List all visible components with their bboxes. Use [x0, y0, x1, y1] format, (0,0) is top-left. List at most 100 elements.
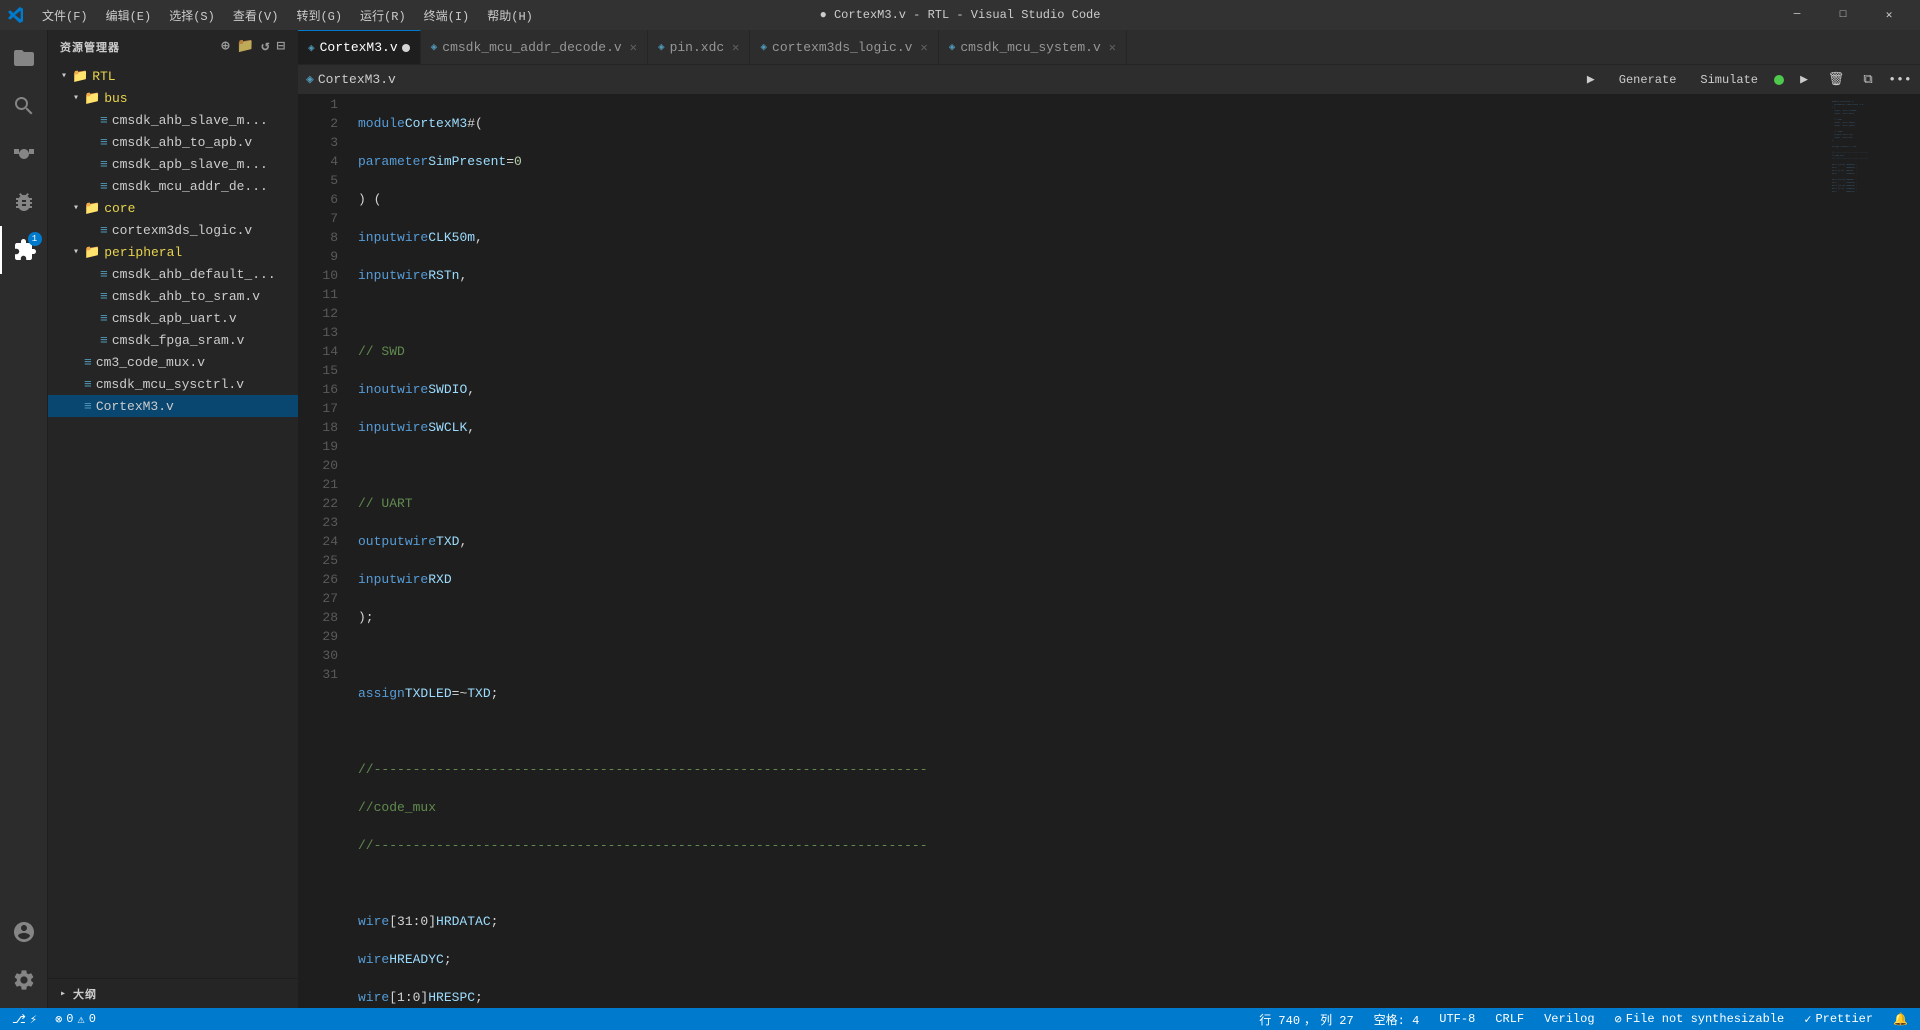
tab-cmsdk-mcu-system-label: cmsdk_mcu_system.v — [960, 40, 1100, 55]
cmsdk-ahb-to-apb-file-icon: ≡ — [100, 135, 108, 150]
close-button[interactable]: ✕ — [1866, 0, 1912, 30]
tree-item-bus[interactable]: ▾ 📁 bus — [48, 87, 298, 109]
cmsdk-ahb-slave-label: cmsdk_ahb_slave_m... — [112, 113, 268, 128]
encoding-label: UTF-8 — [1439, 1012, 1475, 1026]
line-20: 20 — [298, 456, 338, 475]
tree-item-cmsdk-fpga-sram[interactable]: ≡ cmsdk_fpga_sram.v — [48, 329, 298, 351]
status-synthesizable[interactable]: ⊘ File not synthesizable — [1611, 1008, 1789, 1030]
tab-pin-xdc-label: pin.xdc — [670, 40, 725, 55]
tab-cortexm3ds-logic-close[interactable]: ✕ — [920, 40, 927, 55]
rtl-toolbar: ◈ CortexM3.v ▶ Generate Simulate ▶ 🗑 ⧉ •… — [298, 65, 1920, 95]
tree-item-rtl[interactable]: ▾ 📁 RTL — [48, 65, 298, 87]
tree-item-cmsdk-ahb-slave[interactable]: ≡ cmsdk_ahb_slave_m... — [48, 109, 298, 131]
play-icon-btn[interactable]: ▶ — [1579, 68, 1603, 92]
status-prettier[interactable]: ✓ Prettier — [1800, 1008, 1877, 1030]
tree-item-cmsdk-ahb-to-sram[interactable]: ≡ cmsdk_ahb_to_sram.v — [48, 285, 298, 307]
tree-item-cm3-code-mux[interactable]: ≡ cm3_code_mux.v — [48, 351, 298, 373]
activity-extensions[interactable]: 1 — [0, 226, 48, 274]
menu-goto[interactable]: 转到(G) — [288, 5, 350, 26]
menu-file[interactable]: 文件(F) — [34, 5, 96, 26]
status-language[interactable]: Verilog — [1540, 1008, 1598, 1030]
menu-edit[interactable]: 编辑(E) — [98, 5, 160, 26]
more-actions-icon-btn[interactable]: ••• — [1888, 68, 1912, 92]
new-folder-icon[interactable]: 📁 — [237, 38, 255, 55]
split-editor-icon-btn[interactable]: ⧉ — [1856, 68, 1880, 92]
line-17: 17 — [298, 399, 338, 418]
maximize-button[interactable]: □ — [1820, 0, 1866, 30]
status-remote: ⚡ — [30, 1012, 37, 1027]
status-bar-left: ⎇ ⚡ ⊗ 0 ⚠ 0 — [8, 1008, 100, 1030]
bus-expand-icon: ▾ — [68, 92, 84, 104]
code-line-8: inout wire SWDIO, — [358, 380, 1830, 399]
status-cursor-position[interactable]: 行 740 ， 列 27 — [1255, 1008, 1357, 1030]
breadcrumb-file-name: CortexM3.v — [318, 72, 396, 87]
source-control-icon — [12, 142, 36, 166]
cmsdk-ahb-to-sram-file-icon: ≡ — [100, 289, 108, 304]
cortexm3ds-label: cortexm3ds_logic.v — [112, 223, 252, 238]
menu-select[interactable]: 选择(S) — [161, 5, 223, 26]
tree-item-cmsdk-apb-slave[interactable]: ≡ cmsdk_apb_slave_m... — [48, 153, 298, 175]
tab-pin-xdc[interactable]: ◈ pin.xdc ✕ — [648, 30, 750, 65]
activity-explorer[interactable] — [0, 34, 48, 82]
tab-pin-xdc-icon: ◈ — [658, 40, 665, 54]
tab-pin-xdc-close[interactable]: ✕ — [732, 40, 739, 55]
activity-search[interactable] — [0, 82, 48, 130]
run-icon-btn[interactable]: ▶ — [1792, 68, 1816, 92]
status-notifications[interactable]: 🔔 — [1889, 1008, 1912, 1030]
minimize-button[interactable]: ─ — [1774, 0, 1820, 30]
account-icon — [12, 920, 36, 944]
menu-view[interactable]: 查看(V) — [225, 5, 287, 26]
activity-source-control[interactable] — [0, 130, 48, 178]
outline-panel[interactable]: ▸ 大纲 — [48, 978, 298, 1008]
tree-item-cmsdk-mcu-addr[interactable]: ≡ cmsdk_mcu_addr_de... — [48, 175, 298, 197]
collapse-all-icon[interactable]: ⊟ — [277, 38, 286, 55]
editor-area: ◈ CortexM3.v ◈ cmsdk_mcu_addr_decode.v ✕… — [298, 30, 1920, 1008]
file-tree[interactable]: ▾ 📁 RTL ▾ 📁 bus ≡ cmsdk_ahb_slave_m... — [48, 63, 298, 978]
line-29: 29 — [298, 627, 338, 646]
tree-item-cmsdk-ahb-to-apb[interactable]: ≡ cmsdk_ahb_to_apb.v — [48, 131, 298, 153]
tab-cortexm3v[interactable]: ◈ CortexM3.v — [298, 30, 421, 65]
line-2: 2 — [298, 114, 338, 133]
tree-item-core[interactable]: ▾ 📁 core — [48, 197, 298, 219]
files-icon — [12, 46, 36, 70]
menu-help[interactable]: 帮助(H) — [479, 5, 541, 26]
title-bar-left: 文件(F) 编辑(E) 选择(S) 查看(V) 转到(G) 运行(R) 终端(I… — [8, 5, 541, 26]
menu-terminal[interactable]: 终端(I) — [416, 5, 478, 26]
status-encoding[interactable]: UTF-8 — [1435, 1008, 1479, 1030]
status-bar-right: 行 740 ， 列 27 空格: 4 UTF-8 CRLF Verilog ⊘ … — [1255, 1008, 1912, 1030]
trash-icon-btn[interactable]: 🗑 — [1824, 68, 1848, 92]
line-3: 3 — [298, 133, 338, 152]
status-line-ending[interactable]: CRLF — [1491, 1008, 1528, 1030]
status-git-branch[interactable]: ⎇ ⚡ — [8, 1008, 41, 1030]
status-spaces[interactable]: 空格: 4 — [1370, 1008, 1424, 1030]
new-file-icon[interactable]: ⊕ — [221, 38, 230, 55]
tree-item-peripheral[interactable]: ▾ 📁 peripheral — [48, 241, 298, 263]
tree-item-cmsdk-mcu-sysctrl[interactable]: ≡ cmsdk_mcu_sysctrl.v — [48, 373, 298, 395]
activity-settings[interactable] — [0, 956, 48, 1004]
tree-item-cmsdk-apb-uart[interactable]: ≡ cmsdk_apb_uart.v — [48, 307, 298, 329]
tab-cortexm3ds-logic[interactable]: ◈ cortexm3ds_logic.v ✕ — [750, 30, 938, 65]
tab-cmsdk-mcu-system-close[interactable]: ✕ — [1109, 40, 1116, 55]
generate-button[interactable]: Generate — [1611, 71, 1685, 89]
code-line-11: // UART — [358, 494, 1830, 513]
tree-item-cmsdk-ahb-default[interactable]: ≡ cmsdk_ahb_default_... — [48, 263, 298, 285]
refresh-icon[interactable]: ↺ — [261, 38, 270, 55]
status-errors[interactable]: ⊗ 0 ⚠ 0 — [51, 1008, 100, 1030]
simulate-button[interactable]: Simulate — [1692, 71, 1766, 89]
tree-item-cortexm3v[interactable]: ≡ CortexM3.v — [48, 395, 298, 417]
line-10: 10 — [298, 266, 338, 285]
tree-item-cortexm3ds[interactable]: ≡ cortexm3ds_logic.v — [48, 219, 298, 241]
rtl-folder-icon: 📁 — [72, 69, 88, 84]
activity-account[interactable] — [0, 908, 48, 956]
line-24: 24 — [298, 532, 338, 551]
code-editor[interactable]: module CortexM3 #( parameter SimPresent … — [348, 95, 1830, 1008]
tab-cmsdk-mcu-system[interactable]: ◈ cmsdk_mcu_system.v ✕ — [939, 30, 1127, 65]
cortexm3ds-file-icon: ≡ — [100, 223, 108, 238]
line-16: 16 — [298, 380, 338, 399]
tab-cmsdk-mcu-addr-close[interactable]: ✕ — [630, 40, 637, 55]
core-label: core — [104, 201, 135, 216]
menu-run[interactable]: 运行(R) — [352, 5, 414, 26]
tab-cmsdk-mcu-addr[interactable]: ◈ cmsdk_mcu_addr_decode.v ✕ — [421, 30, 648, 65]
warning-icon: ⚠ — [78, 1012, 85, 1027]
activity-run-debug[interactable] — [0, 178, 48, 226]
